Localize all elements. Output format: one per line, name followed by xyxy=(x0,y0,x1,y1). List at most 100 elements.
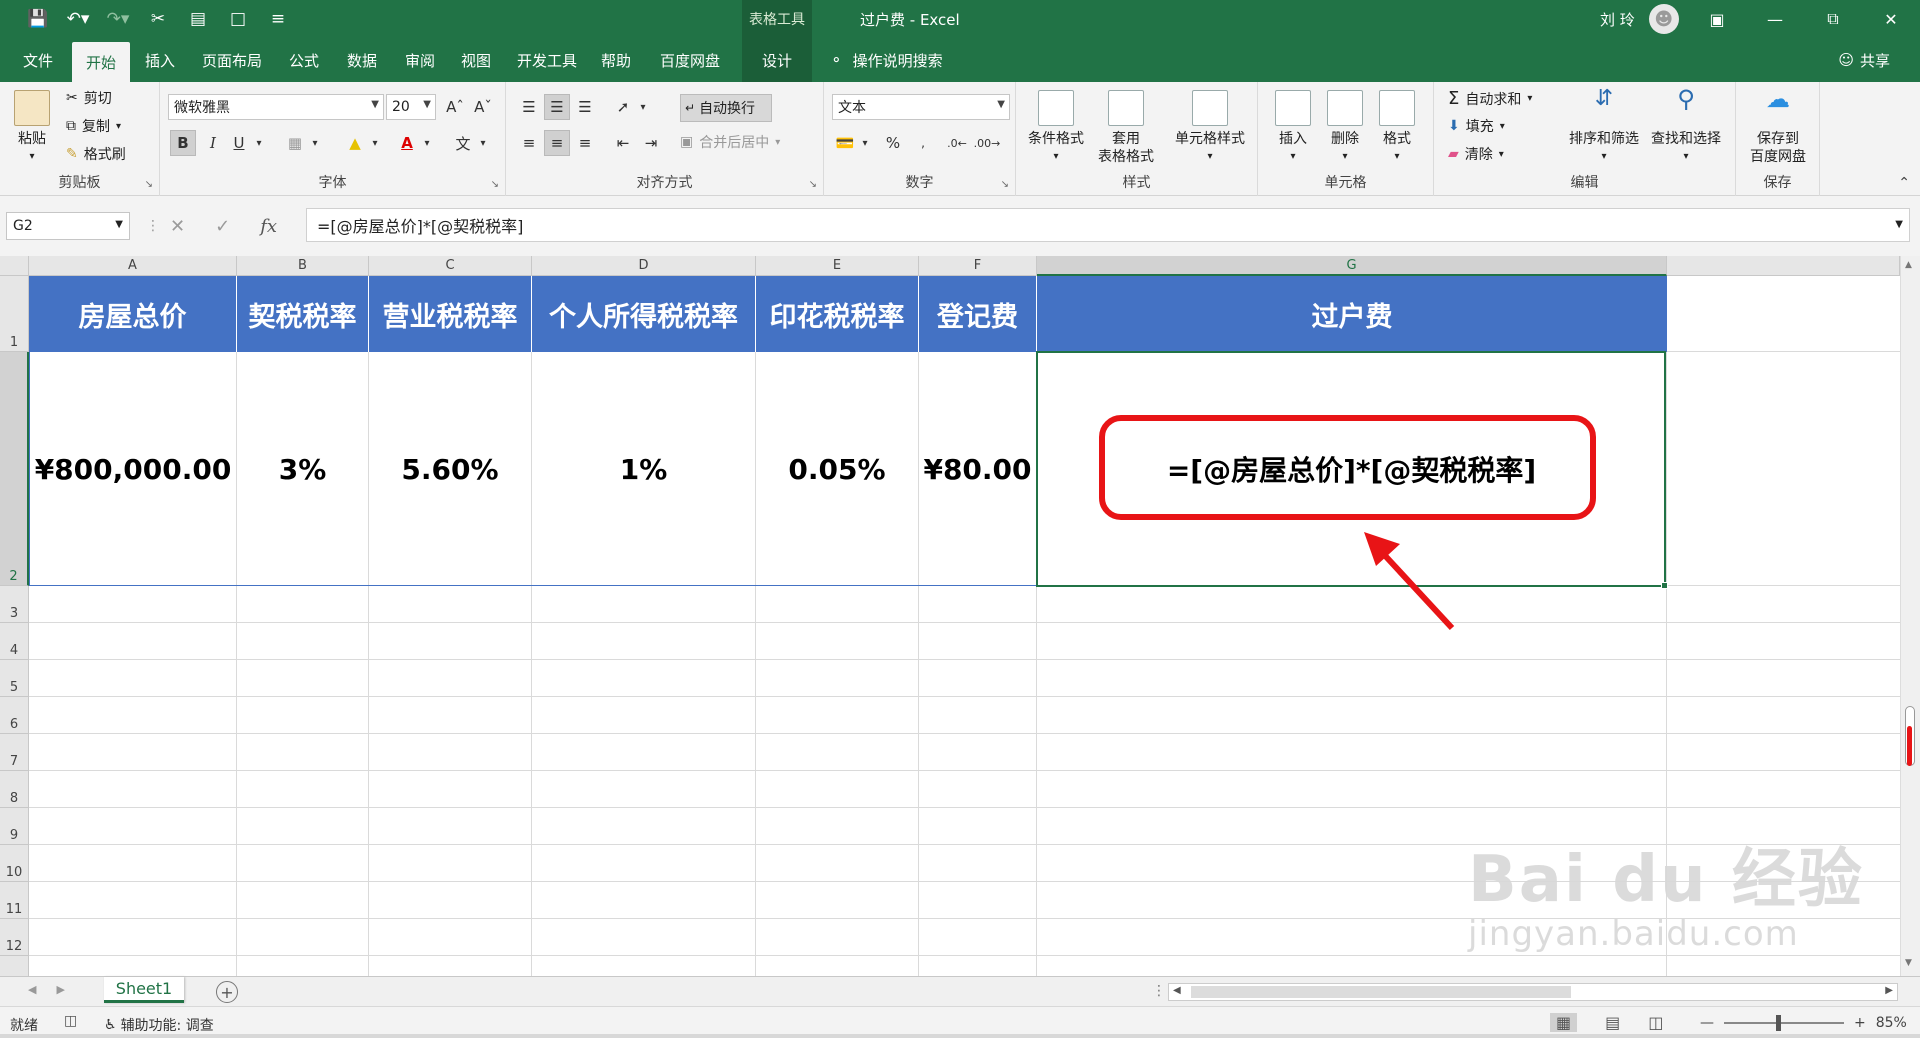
row-header-3[interactable]: 3 xyxy=(0,586,29,623)
number-format-combo[interactable]: 文本 ▼ xyxy=(832,94,1010,120)
column-header-d[interactable]: D xyxy=(532,256,756,276)
table-header-cell[interactable]: 房屋总价 xyxy=(29,276,237,352)
table-data-cell[interactable]: 5.60% xyxy=(369,352,531,586)
dialog-launcher-icon[interactable]: ↘ xyxy=(1001,179,1009,190)
tab-developer[interactable]: 开发工具 xyxy=(510,38,584,82)
clear-button[interactable]: ▰ 清除 ▾ xyxy=(1448,144,1504,164)
row-header-9[interactable]: 9 xyxy=(0,808,29,845)
row-header-6[interactable]: 6 xyxy=(0,697,29,734)
align-middle-icon[interactable]: ☰ xyxy=(544,94,570,120)
dialog-launcher-icon[interactable]: ↘ xyxy=(809,179,817,190)
scroll-left-icon[interactable]: ◀ xyxy=(1173,985,1181,996)
increase-font-icon[interactable]: Aˆ xyxy=(442,94,468,120)
prev-sheet-icon[interactable]: ◀ xyxy=(28,983,36,996)
column-header-f[interactable]: F xyxy=(919,256,1037,276)
italic-icon[interactable]: I xyxy=(200,130,226,156)
scroll-right-icon[interactable]: ▶ xyxy=(1885,985,1893,996)
chevron-down-icon[interactable]: ▾ xyxy=(302,130,328,156)
zoom-slider[interactable] xyxy=(1724,1015,1844,1031)
tell-me-search[interactable]: ⚬ 操作说明搜索 xyxy=(830,38,943,82)
vertical-scrollbar[interactable]: ▲ ▼ xyxy=(1900,256,1920,976)
chevron-down-icon[interactable]: ▾ xyxy=(852,130,878,156)
row-header-12[interactable]: 12 xyxy=(0,919,29,956)
tab-file[interactable]: 文件 xyxy=(10,38,66,82)
font-size-combo[interactable]: 20 ▼ xyxy=(386,94,436,120)
cut-button[interactable]: ✂ 剪切 xyxy=(66,88,112,108)
insert-function-icon[interactable]: fx xyxy=(260,216,277,237)
font-name-combo[interactable]: 微软雅黑 ▼ xyxy=(168,94,384,120)
decrease-indent-icon[interactable]: ⇤ xyxy=(610,130,636,156)
column-header-empty[interactable] xyxy=(1667,256,1900,276)
formula-input[interactable]: =[@房屋总价]*[@契税税率] ▼ xyxy=(306,208,1910,242)
column-header-b[interactable]: B xyxy=(237,256,369,276)
row-header-2[interactable]: 2 xyxy=(0,352,29,586)
align-right-icon[interactable]: ≡ xyxy=(572,130,598,156)
column-header-g[interactable]: G xyxy=(1037,256,1667,276)
table-header-cell[interactable]: 过户费 xyxy=(1037,276,1667,352)
paste-button[interactable]: 粘贴 ▾ xyxy=(14,90,50,166)
accessibility-status[interactable]: ♿ 辅助功能: 调查 xyxy=(104,1015,214,1035)
enter-icon[interactable]: ✓ xyxy=(215,216,230,237)
row-header-5[interactable]: 5 xyxy=(0,660,29,697)
dialog-launcher-icon[interactable]: ↘ xyxy=(145,179,153,190)
chevron-down-icon[interactable]: ▾ xyxy=(630,94,656,120)
row-header-11[interactable]: 11 xyxy=(0,882,29,919)
comma-icon[interactable]: , xyxy=(910,130,936,156)
tab-review[interactable]: 审阅 xyxy=(396,38,444,82)
decrease-decimal-icon[interactable]: .00→ xyxy=(974,130,1001,156)
dialog-launcher-icon[interactable]: ↘ xyxy=(491,179,499,190)
row-header-4[interactable]: 4 xyxy=(0,623,29,660)
tab-baidu-netdisk[interactable]: 百度网盘 xyxy=(650,38,730,82)
chevron-down-icon[interactable]: ▾ xyxy=(414,130,440,156)
table-data-cell[interactable]: 1% xyxy=(532,352,755,586)
increase-decimal-icon[interactable]: .0← xyxy=(944,130,970,156)
tab-page-layout[interactable]: 页面布局 xyxy=(196,38,268,82)
fill-button[interactable]: ⬇ 填充 ▾ xyxy=(1448,116,1505,136)
minimize-icon[interactable]: — xyxy=(1746,0,1804,38)
column-header-a[interactable]: A xyxy=(29,256,237,276)
zoom-level[interactable]: 85% xyxy=(1876,1015,1907,1031)
horizontal-scrollbar[interactable]: ◀ ▶ xyxy=(1168,983,1898,1001)
insert-cells-button[interactable]: 插入 ▾ xyxy=(1270,90,1316,166)
user-account[interactable]: 刘 玲 ☻ xyxy=(1600,0,1679,38)
sort-filter-button[interactable]: ⇵ 排序和筛选 ▾ xyxy=(1562,88,1646,166)
conditional-format-button[interactable]: 条件格式 ▾ xyxy=(1024,90,1088,166)
sheet-tab-sheet1[interactable]: Sheet1 xyxy=(104,977,184,1003)
scroll-up-icon[interactable]: ▲ xyxy=(1905,260,1912,270)
new-file-icon[interactable]: □ xyxy=(218,6,258,32)
chevron-down-icon[interactable]: ▾ xyxy=(362,130,388,156)
copy-button[interactable]: ⧉ 复制 ▾ xyxy=(66,116,121,136)
macro-record-icon[interactable]: ◫ xyxy=(64,1013,77,1029)
row-header-7[interactable]: 7 xyxy=(0,734,29,771)
tab-formulas[interactable]: 公式 xyxy=(280,38,328,82)
tab-help[interactable]: 帮助 xyxy=(592,38,640,82)
chevron-down-icon[interactable]: ▾ xyxy=(246,130,272,156)
save-icon[interactable]: 💾 xyxy=(18,6,58,32)
align-top-icon[interactable]: ☰ xyxy=(516,94,542,120)
customize-qat-icon[interactable]: ≡ xyxy=(258,6,298,32)
name-box[interactable]: G2 ▼ xyxy=(6,212,130,240)
align-center-icon[interactable]: ≡ xyxy=(544,130,570,156)
undo-icon[interactable]: ↶▾ xyxy=(58,6,98,32)
tab-view[interactable]: 视图 xyxy=(452,38,500,82)
fill-handle[interactable] xyxy=(1661,582,1668,589)
add-sheet-icon[interactable]: + xyxy=(216,981,238,1003)
share-button[interactable]: ☺ 共享 xyxy=(1838,38,1890,82)
save-to-baidu-button[interactable]: ☁ 保存到 百度网盘 xyxy=(1742,87,1814,166)
table-header-cell[interactable]: 个人所得税税率 xyxy=(532,276,756,352)
delete-cells-button[interactable]: 删除 ▾ xyxy=(1322,90,1368,166)
percent-icon[interactable]: % xyxy=(880,130,906,156)
next-sheet-icon[interactable]: ▶ xyxy=(56,983,64,996)
scroll-down-icon[interactable]: ▼ xyxy=(1905,958,1912,968)
autosum-button[interactable]: Σ 自动求和 ▾ xyxy=(1448,88,1532,109)
table-header-cell[interactable]: 营业税税率 xyxy=(369,276,532,352)
row-header-10[interactable]: 10 xyxy=(0,845,29,882)
tab-home[interactable]: 开始 xyxy=(72,42,130,82)
cell-styles-button[interactable]: 单元格样式 ▾ xyxy=(1166,90,1254,166)
format-painter-button[interactable]: ✎ 格式刷 xyxy=(66,144,126,164)
find-select-button[interactable]: ⚲ 查找和选择 ▾ xyxy=(1644,87,1728,166)
table-header-cell[interactable]: 印花税税率 xyxy=(756,276,919,352)
decrease-font-icon[interactable]: Aˇ xyxy=(470,94,496,120)
tab-insert[interactable]: 插入 xyxy=(136,38,184,82)
zoom-out-icon[interactable]: — xyxy=(1700,1015,1714,1031)
